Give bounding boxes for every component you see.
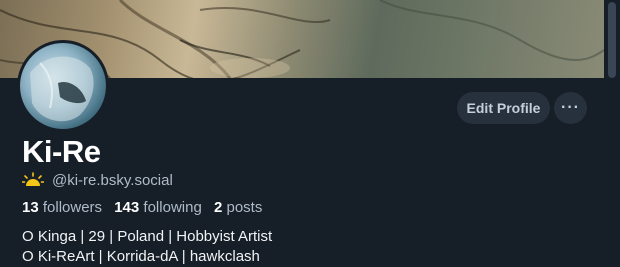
following-count: 143 xyxy=(114,199,140,216)
posts-stat: 2 posts xyxy=(214,199,262,216)
bio-line: O Ki-ReArt | Korrida-dA | hawkclash xyxy=(22,248,260,265)
following-label: following xyxy=(143,199,202,216)
bio-line: O Kinga | 29 | Poland | Hobbyist Artist xyxy=(22,228,273,245)
ellipsis-icon: ··· xyxy=(561,99,580,116)
followers-label: followers xyxy=(42,199,103,216)
followers-count: 13 xyxy=(22,199,39,216)
profile-bio: O Kinga | 29 | Poland | Hobbyist Artist … xyxy=(22,227,272,267)
profile-stats: 13 followers 143 following 2 posts xyxy=(22,199,262,216)
display-name: Ki-Re xyxy=(22,134,101,169)
followers-link[interactable]: 13 followers xyxy=(22,199,102,216)
posts-count: 2 xyxy=(213,199,223,216)
avatar-artwork xyxy=(30,56,94,122)
avatar[interactable] xyxy=(17,40,109,132)
posts-label: posts xyxy=(226,199,263,216)
handle-row: @ki-re.bsky.social xyxy=(22,171,173,189)
scrollbar-thumb[interactable] xyxy=(608,2,616,78)
scrollbar[interactable] xyxy=(604,0,620,264)
edit-profile-button[interactable]: Edit Profile xyxy=(457,92,550,124)
more-options-button[interactable]: ··· xyxy=(554,92,587,124)
handle[interactable]: @ki-re.bsky.social xyxy=(52,172,173,189)
following-link[interactable]: 143 following xyxy=(114,199,202,216)
sun-icon xyxy=(22,172,44,186)
